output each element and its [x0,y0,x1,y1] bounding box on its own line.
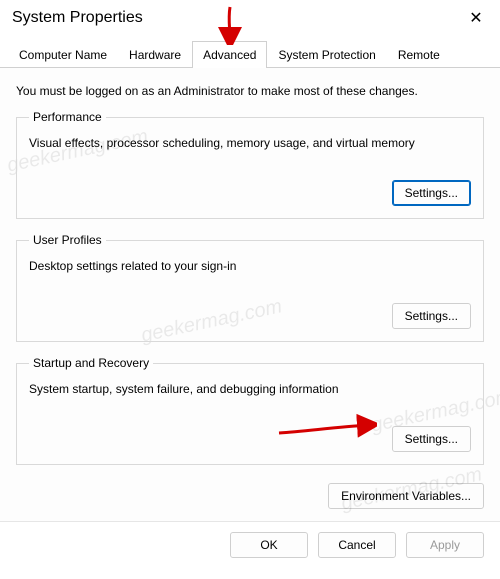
titlebar: System Properties ✕ [0,0,500,36]
performance-desc: Visual effects, processor scheduling, me… [29,136,471,150]
startup-recovery-desc: System startup, system failure, and debu… [29,382,471,396]
dialog-button-row: OK Cancel Apply [0,521,500,570]
user-profiles-desc: Desktop settings related to your sign-in [29,259,471,273]
tab-system-protection[interactable]: System Protection [267,41,386,68]
environment-variables-button[interactable]: Environment Variables... [328,483,484,509]
admin-notice: You must be logged on as an Administrato… [16,84,484,98]
advanced-panel: You must be logged on as an Administrato… [0,68,500,521]
user-profiles-settings-button[interactable]: Settings... [392,303,471,329]
startup-recovery-legend: Startup and Recovery [29,356,153,370]
window-title: System Properties [12,9,143,27]
performance-legend: Performance [29,110,106,124]
apply-button[interactable]: Apply [406,532,484,558]
tab-computer-name[interactable]: Computer Name [8,41,118,68]
performance-group: Performance Visual effects, processor sc… [16,110,484,219]
tab-hardware[interactable]: Hardware [118,41,192,68]
tab-strip: Computer Name Hardware Advanced System P… [0,40,500,68]
tab-remote[interactable]: Remote [387,41,451,68]
user-profiles-group: User Profiles Desktop settings related t… [16,233,484,342]
user-profiles-legend: User Profiles [29,233,106,247]
close-button[interactable]: ✕ [464,8,488,28]
cancel-button[interactable]: Cancel [318,532,396,558]
startup-recovery-group: Startup and Recovery System startup, sys… [16,356,484,465]
ok-button[interactable]: OK [230,532,308,558]
startup-recovery-settings-button[interactable]: Settings... [392,426,471,452]
performance-settings-button[interactable]: Settings... [392,180,471,206]
tab-advanced[interactable]: Advanced [192,41,267,68]
